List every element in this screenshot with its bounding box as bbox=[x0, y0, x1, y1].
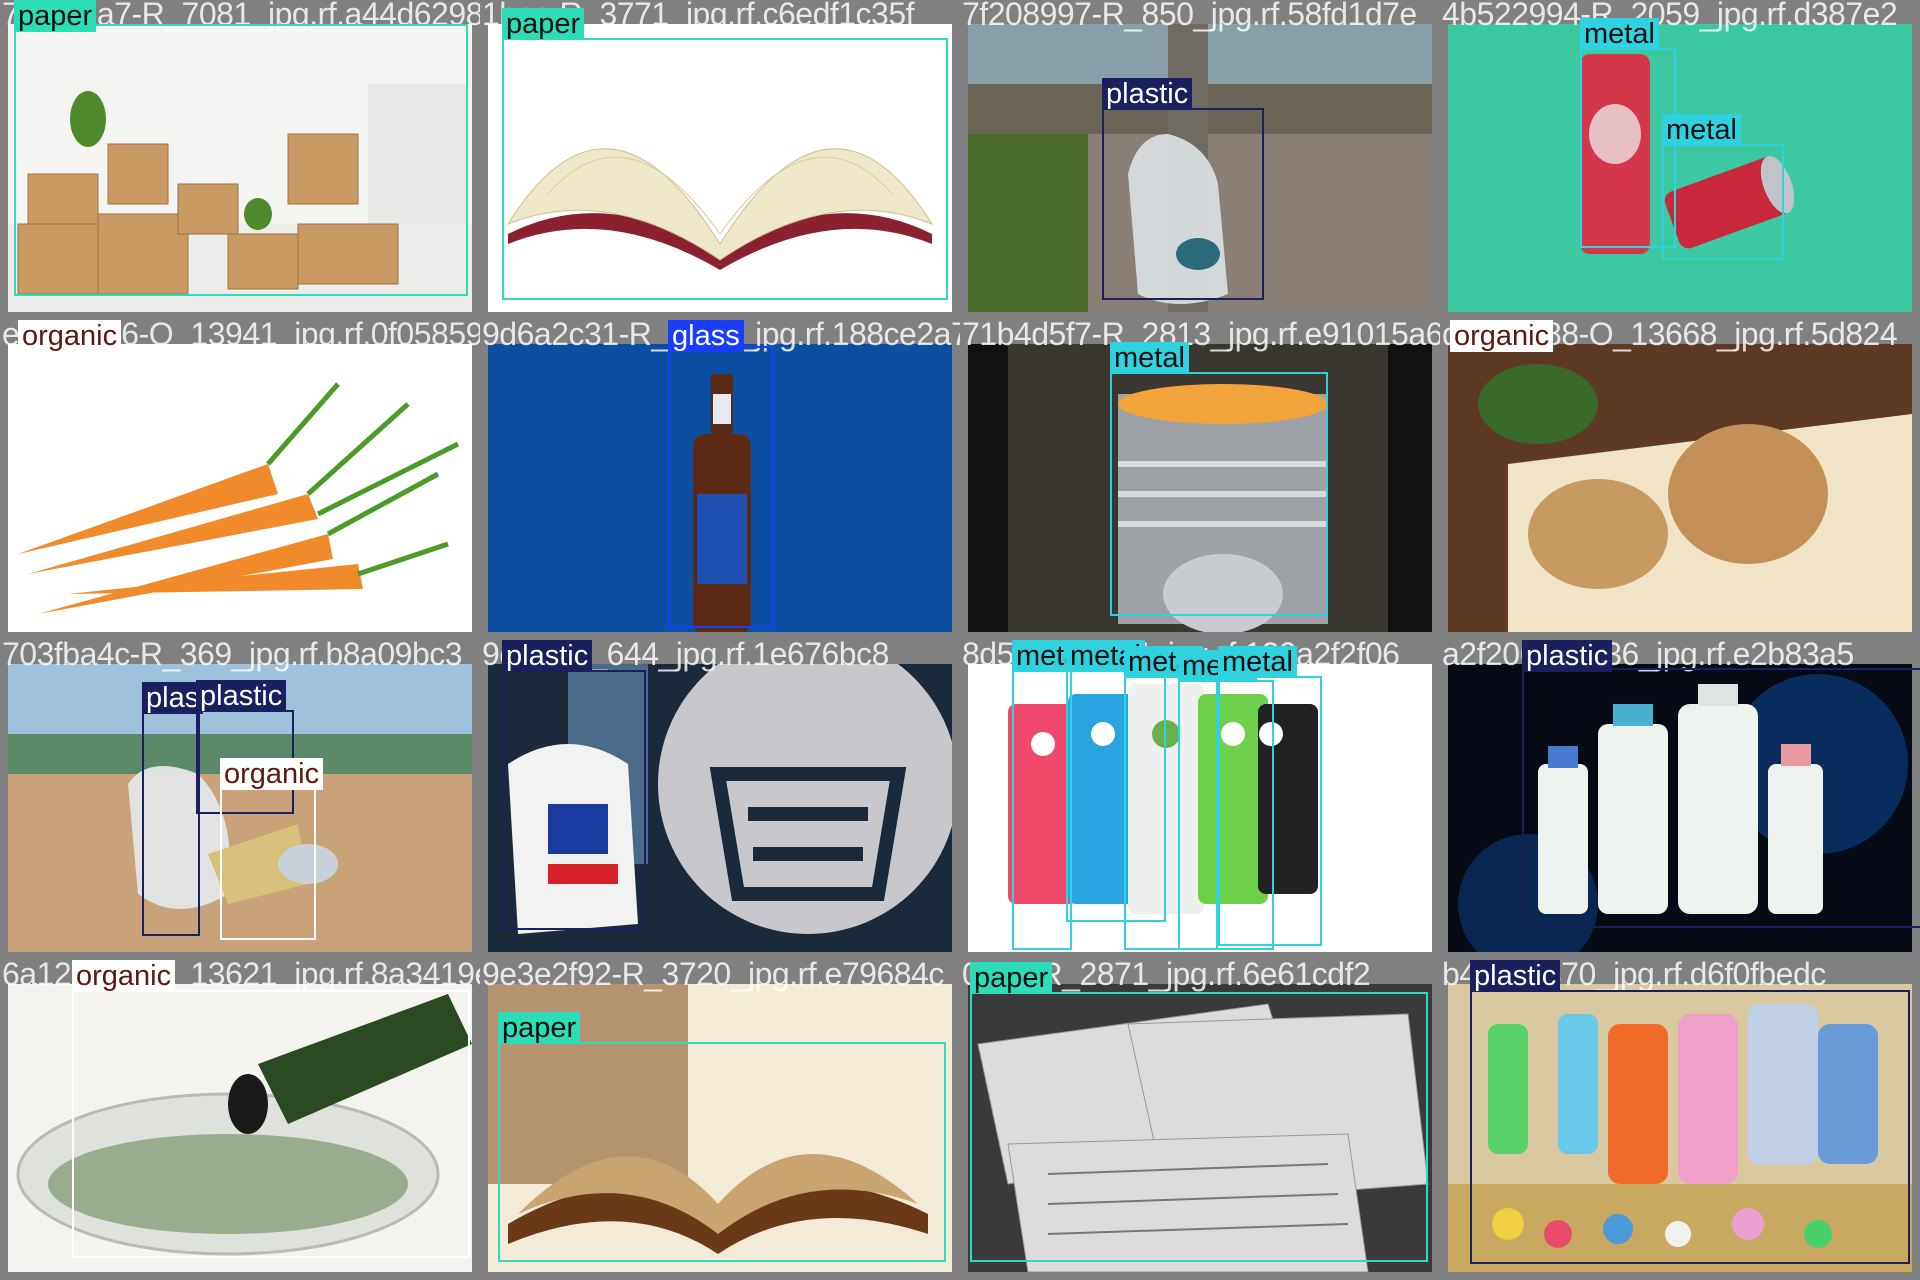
detection-tile: a2f206-R_336_jpg.rf.e2b83a5 plastic bbox=[1440, 640, 1920, 960]
tile-filename: 71b4d5f7-R_2813_jpg.rf.e91015a6 bbox=[962, 320, 1440, 352]
bounding-box bbox=[498, 1042, 946, 1262]
tile-filename: a2f206-R_336_jpg.rf.e2b83a5 bbox=[1442, 640, 1854, 672]
bounding-box bbox=[1110, 372, 1328, 616]
tile-filename: 703fba4c-R_369_jpg.rf.b8a09bc3 bbox=[2, 640, 463, 672]
class-label: metal bbox=[1580, 18, 1659, 50]
carrots-photo bbox=[8, 344, 472, 632]
tile-filename: 9e3e2f92-R_3720_jpg.rf.e79684c bbox=[482, 960, 944, 992]
class-label: plas bbox=[142, 682, 204, 714]
class-label: organic bbox=[220, 758, 324, 790]
bounding-box bbox=[1662, 144, 1784, 260]
class-label: plastic bbox=[502, 640, 593, 672]
detection-tile: 9d6a2c31-R_4159_jpg.rf.188ce2a7glass bbox=[480, 320, 960, 640]
class-label: organic bbox=[1450, 320, 1554, 352]
bounding-box bbox=[14, 24, 468, 296]
bounding-box bbox=[502, 670, 646, 930]
detection-tile: 0c6e-R_2871_jpg.rf.6e61cdf2 paper bbox=[960, 960, 1440, 1280]
detection-tile: 4b522994-R_2059_jpg.rf.d387e2 metal metal bbox=[1440, 0, 1920, 320]
detection-tile: 7f208997-R_850_jpg.rf.58fd1d7eplastic bbox=[960, 0, 1440, 320]
tile-filename: 7f208997-R_850_jpg.rf.58fd1d7e bbox=[962, 0, 1417, 32]
class-label: organic bbox=[72, 960, 176, 992]
detection-tile: b4-R_1370_jpg.rf.d6f0fbedc plastic bbox=[1440, 960, 1920, 1280]
detection-tile: 9c96_R_644_jpg.rf.1e676bc8 plastic bbox=[480, 640, 960, 960]
detection-mosaic: 7f23b3a7-R_7081_jpg.rf.a44d6298 paper 1ba… bbox=[0, 0, 1920, 1280]
bounding-box bbox=[1102, 108, 1264, 300]
class-label: paper bbox=[502, 8, 585, 40]
class-label: plastic bbox=[196, 680, 287, 712]
class-label: metal bbox=[1110, 342, 1189, 374]
detection-tile: 7f23b3a7-R_7081_jpg.rf.a44d6298 paper bbox=[0, 0, 480, 320]
class-label: glass bbox=[668, 320, 744, 352]
bounding-box bbox=[668, 346, 774, 628]
bounding-box bbox=[142, 712, 200, 936]
detection-tile: dbb4ce88-O_13668_jpg.rf.5d824 organic bbox=[1440, 320, 1920, 640]
bounding-box bbox=[1522, 668, 1920, 928]
class-label: paper bbox=[14, 0, 97, 32]
bounding-box bbox=[970, 992, 1428, 1262]
class-label: metal bbox=[1662, 114, 1741, 146]
detection-tile: 71b4d5f7-R_2813_jpg.rf.e91015a6 metal bbox=[960, 320, 1440, 640]
tile-filename: 4b522994-R_2059_jpg.rf.d387e2 bbox=[1442, 0, 1898, 32]
bounding-box bbox=[502, 38, 948, 300]
class-label: paper bbox=[498, 1012, 581, 1044]
potatoes-plate-photo bbox=[1448, 344, 1912, 632]
tile-image bbox=[1448, 344, 1912, 632]
class-label: plastic bbox=[1522, 640, 1613, 672]
bounding-box bbox=[1470, 990, 1910, 1264]
detection-tile: 1bac-R_3771_jpg.rf.c6edf1c35f paper bbox=[480, 0, 960, 320]
class-label: plastic bbox=[1470, 960, 1561, 992]
bounding-box bbox=[1218, 676, 1322, 946]
detection-tile: e02a0c96-O_13941_jpg.rf.0f058591 organic bbox=[0, 320, 480, 640]
detection-tile: 8d55-R_1264_jpg.rf.130a2f2f06metalmetalm… bbox=[960, 640, 1440, 960]
tile-image bbox=[8, 344, 472, 632]
class-label: paper bbox=[970, 962, 1053, 994]
bounding-box bbox=[220, 788, 316, 940]
detection-tile: 9e3e2f92-R_3720_jpg.rf.e79684cpaper bbox=[480, 960, 960, 1280]
detection-tile: 703fba4c-R_369_jpg.rf.b8a09bc3plas plasti… bbox=[0, 640, 480, 960]
class-label: metal bbox=[1218, 646, 1297, 678]
bounding-box bbox=[1012, 668, 1072, 950]
class-label: organic bbox=[18, 320, 122, 352]
class-label: plastic bbox=[1102, 78, 1193, 110]
bounding-box bbox=[72, 990, 470, 1258]
detection-tile: 6a12c89d-O_13621_jpg.rf.8a3419e organic bbox=[0, 960, 480, 1280]
